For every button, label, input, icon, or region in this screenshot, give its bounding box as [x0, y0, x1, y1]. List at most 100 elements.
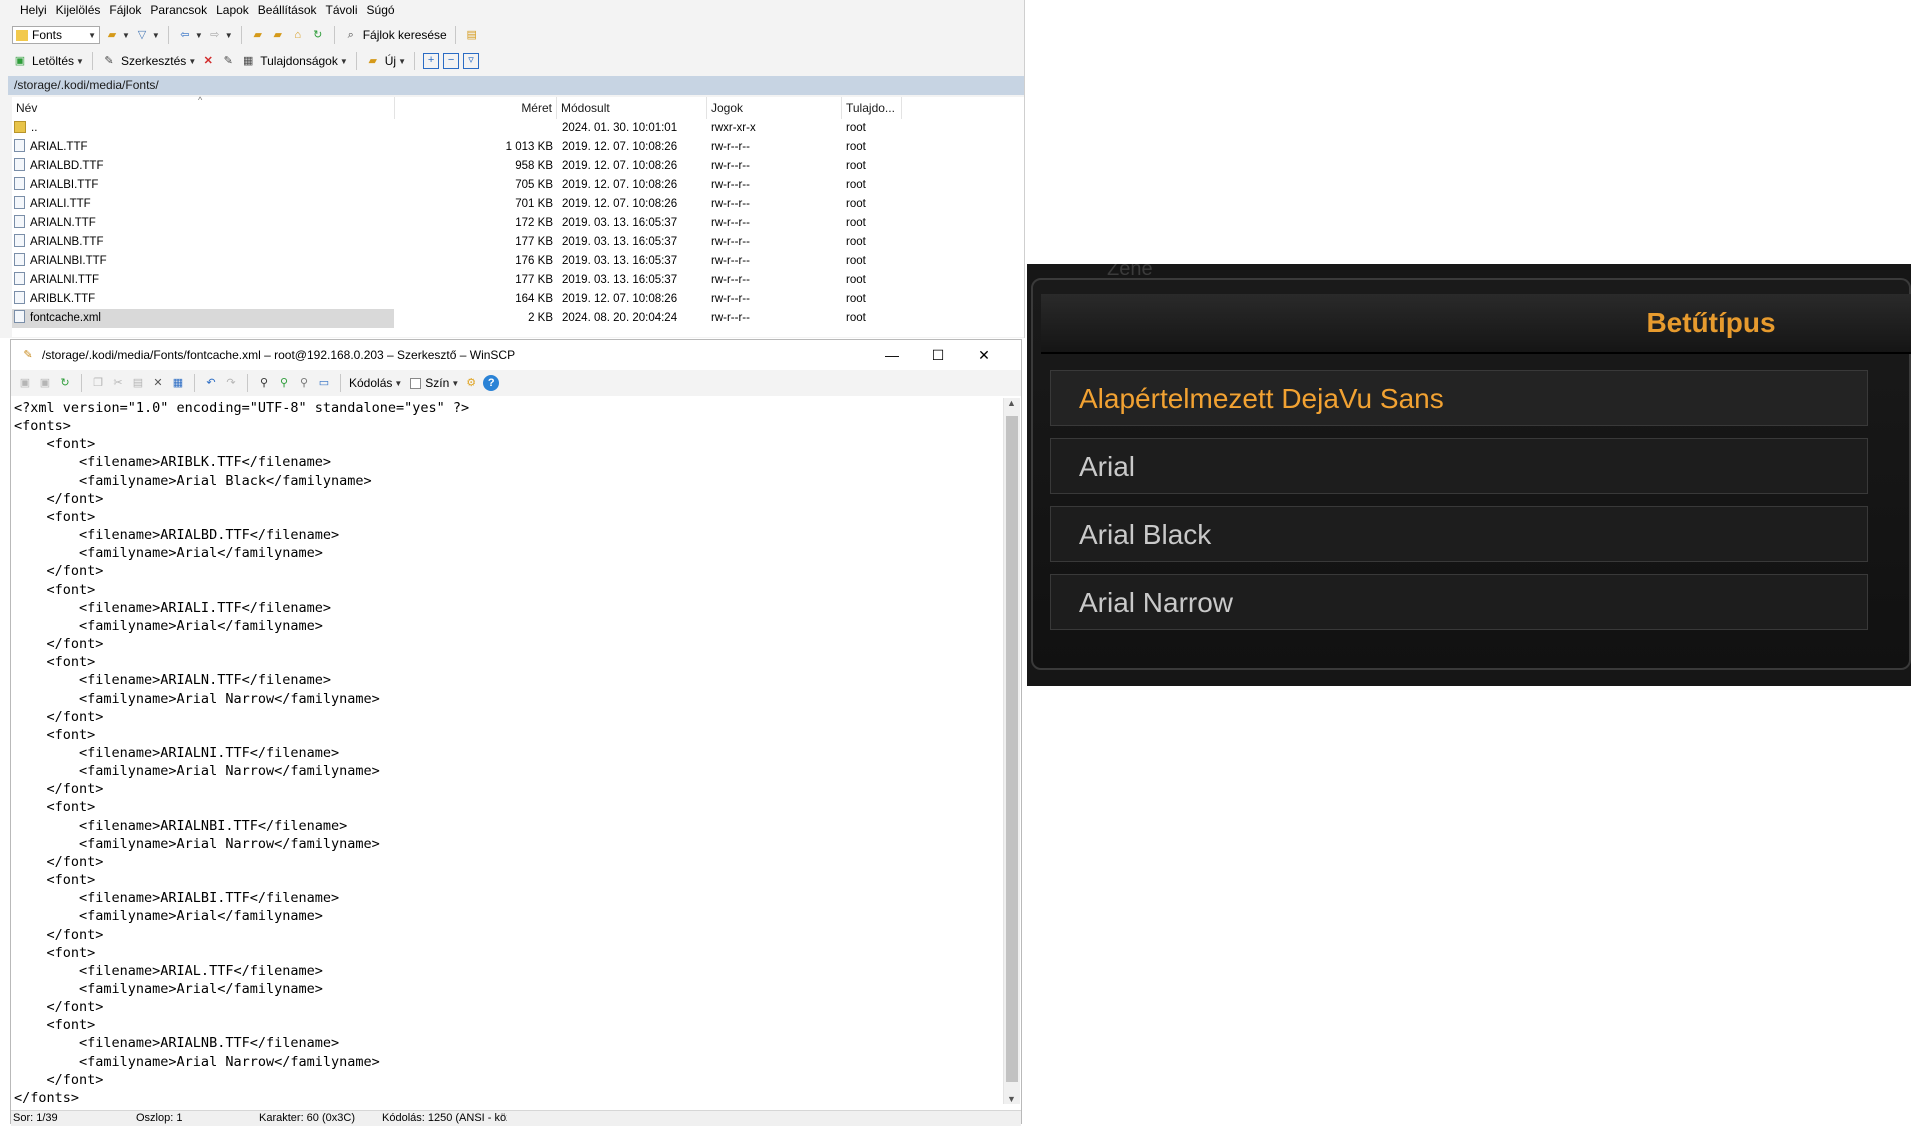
column-header-rights[interactable]: Jogok [707, 97, 842, 119]
chevron-down-icon[interactable]: ▼ [451, 379, 459, 388]
chevron-down-icon[interactable]: ▼ [394, 379, 402, 388]
file-row[interactable]: ARIALNBI.TTF 176 KB 2019. 03. 13. 16:05:37… [12, 252, 1024, 271]
download-icon[interactable]: ▣ [12, 53, 28, 69]
find-files-icon[interactable]: ⌕ [343, 27, 359, 43]
select-all-icon[interactable]: ▦ [170, 375, 186, 391]
root-folder-icon[interactable]: ▰ [270, 27, 286, 43]
rename-icon[interactable]: ✎ [220, 53, 236, 69]
menu-fajlok[interactable]: Fájlok [109, 3, 141, 17]
column-header-size[interactable]: Méret [395, 97, 557, 119]
font-option-arial[interactable]: Arial [1050, 438, 1868, 494]
menu-lapok[interactable]: Lapok [216, 3, 249, 17]
column-header-owner[interactable]: Tulajdo... [842, 97, 902, 119]
path-bar[interactable]: /storage/.kodi/media/Fonts/ [8, 76, 1024, 95]
file-name: .. [31, 122, 38, 134]
file-row[interactable]: ARIALI.TTF 701 KB 2019. 12. 07. 10:08:26 rw… [12, 195, 1024, 214]
chevron-down-icon[interactable]: ▼ [195, 31, 203, 40]
back-arrow-icon[interactable]: ⇦ [177, 27, 193, 43]
filter-select-icon[interactable]: ▿ [463, 53, 480, 69]
delete-icon[interactable]: ✕ [200, 53, 216, 69]
menu-beallitasok[interactable]: Beállítások [258, 3, 317, 17]
chevron-down-icon[interactable]: ▼ [152, 31, 160, 40]
file-icon [14, 215, 25, 229]
font-option-dejavu[interactable]: Alapértelmezett DejaVu Sans [1050, 370, 1868, 426]
find-files-button[interactable]: Fájlok keresése [363, 28, 447, 42]
code-editor[interactable]: <?xml version="1.0" encoding="UTF-8" sta… [11, 398, 1001, 1106]
new-button[interactable]: Új [385, 54, 396, 68]
code-line: <font> [14, 726, 96, 743]
help-icon[interactable]: ? [483, 375, 500, 391]
cut-icon[interactable]: ✂ [110, 375, 126, 391]
file-row[interactable]: ARIBLK.TTF 164 KB 2019. 12. 07. 10:08:26 rw… [12, 290, 1024, 309]
chevron-down-icon[interactable]: ▼ [340, 57, 348, 66]
file-row[interactable]: ARIAL.TTF 1 013 KB 2019. 12. 07. 10:08:26 r… [12, 138, 1024, 157]
column-header-modified[interactable]: Módosult [557, 97, 707, 119]
color-button[interactable]: Szín [425, 376, 449, 390]
scrollbar-thumb[interactable] [1006, 416, 1018, 1082]
properties-icon[interactable]: ▦ [240, 53, 256, 69]
replace-icon[interactable]: ⚲ [276, 375, 292, 391]
home-icon[interactable]: ⌂ [290, 27, 306, 43]
file-row[interactable]: ARIALNI.TTF 177 KB 2019. 03. 13. 16:05:37 r… [12, 271, 1024, 290]
menu-helyi[interactable]: Helyi [20, 3, 47, 17]
menu-sugo[interactable]: Súgó [367, 3, 395, 17]
scroll-up-icon[interactable]: ▲ [1007, 398, 1016, 408]
goto-line-icon[interactable]: ▭ [316, 375, 332, 391]
menu-kijeloles[interactable]: Kijelölés [56, 3, 101, 17]
filter-icon[interactable]: ▽ [134, 27, 150, 43]
chevron-down-icon[interactable]: ▼ [225, 31, 233, 40]
select-plus-icon[interactable]: + [423, 53, 440, 69]
location-combo[interactable]: Fonts ▼ [12, 26, 100, 44]
file-row[interactable]: .. 2024. 01. 30. 10:01:01 rwxr-xr-x root [12, 119, 1024, 138]
settings-gear-icon[interactable]: ⚙ [463, 375, 479, 391]
undo-icon[interactable]: ↶ [203, 375, 219, 391]
paste-icon[interactable]: ▤ [130, 375, 146, 391]
chevron-down-icon[interactable]: ▼ [398, 57, 406, 66]
properties-button[interactable]: Tulajdonságok [260, 54, 338, 68]
open-folder-icon[interactable]: ▰ [104, 27, 120, 43]
edit-button[interactable]: Szerkesztés [121, 54, 186, 68]
reload-icon[interactable]: ↻ [57, 375, 73, 391]
color-checkbox[interactable] [410, 377, 422, 389]
save-all-icon[interactable]: ▣ [37, 375, 53, 391]
scroll-down-icon[interactable]: ▼ [1007, 1094, 1016, 1104]
column-header-name[interactable]: Név ^ [12, 95, 395, 119]
font-option-arial-black[interactable]: Arial Black [1050, 506, 1868, 562]
file-row[interactable]: fontcache.xml 2 KB 2024. 08. 20. 20:04:24 r… [12, 309, 1024, 328]
find-icon[interactable]: ⚲ [256, 375, 272, 391]
file-row[interactable]: ARIALNB.TTF 177 KB 2019. 03. 13. 16:05:37 r… [12, 233, 1024, 252]
copy-icon[interactable]: ❐ [90, 375, 106, 391]
maximize-icon[interactable]: ☐ [915, 340, 961, 370]
forward-arrow-icon[interactable]: ⇨ [207, 27, 223, 43]
toolbar-separator [355, 52, 357, 70]
close-icon[interactable]: ✕ [961, 340, 1007, 370]
vertical-scrollbar[interactable]: ▲ ▼ [1003, 398, 1020, 1104]
parent-folder-icon[interactable]: ▰ [250, 27, 266, 43]
redo-icon[interactable]: ↷ [223, 375, 239, 391]
menu-parancsok[interactable]: Parancsok [150, 3, 207, 17]
find-next-icon[interactable]: ⚲ [296, 375, 312, 391]
new-folder-icon[interactable]: ▰ [365, 53, 381, 69]
download-button[interactable]: Letöltés [32, 54, 74, 68]
chevron-down-icon[interactable]: ▼ [188, 57, 196, 66]
save-icon[interactable]: ▣ [17, 375, 33, 391]
file-modified: 2019. 03. 13. 16:05:37 [562, 217, 678, 229]
menu-tavoli[interactable]: Távoli [326, 3, 358, 17]
minimize-icon[interactable]: — [869, 340, 915, 370]
chevron-down-icon[interactable]: ▼ [76, 57, 84, 66]
refresh-icon[interactable]: ↻ [310, 27, 326, 43]
edit-document-icon: ✎ [23, 349, 33, 361]
file-row[interactable]: ARIALBD.TTF 958 KB 2019. 12. 07. 10:08:26 r… [12, 157, 1024, 176]
code-line: <font> [14, 654, 96, 671]
delete-text-icon[interactable]: ✕ [150, 375, 166, 391]
chevron-down-icon[interactable]: ▼ [122, 31, 130, 40]
encoding-button[interactable]: Kódolás [349, 376, 392, 390]
edit-icon[interactable]: ✎ [101, 53, 117, 69]
file-row[interactable]: ARIALN.TTF 172 KB 2019. 03. 13. 16:05:37 rw… [12, 214, 1024, 233]
file-row[interactable]: ARIALBI.TTF 705 KB 2019. 12. 07. 10:08:26 r… [12, 176, 1024, 195]
file-size: 177 KB [515, 236, 553, 248]
font-option-arial-narrow[interactable]: Arial Narrow [1050, 574, 1868, 630]
file-icon [14, 196, 25, 210]
tree-icon[interactable]: ▤ [464, 27, 480, 43]
select-minus-icon[interactable]: − [443, 53, 460, 69]
